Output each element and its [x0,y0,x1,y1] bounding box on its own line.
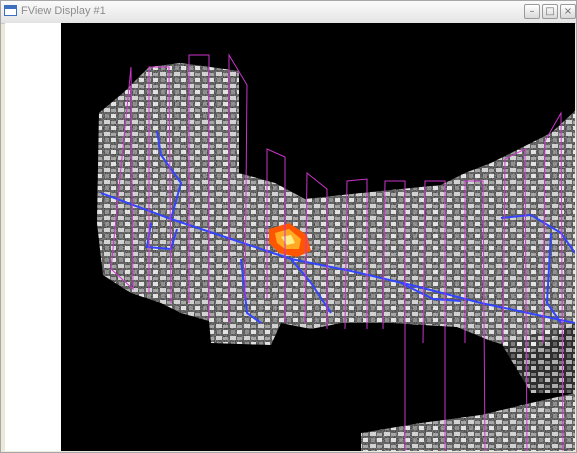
aerial-imagery-map[interactable] [61,23,575,451]
display-area[interactable] [5,23,575,451]
window-app-icon [4,5,17,16]
minimize-button[interactable]: – [524,4,540,19]
close-button[interactable]: × [560,4,576,19]
maximize-button[interactable]: □ [542,4,558,19]
window-title: FView Display #1 [21,5,106,17]
blank-margin-panel [5,23,61,451]
imagery-mosaic [97,63,575,451]
title-bar[interactable]: FView Display #1 – □ × [1,1,576,24]
fview-window: FView Display #1 – □ × [0,0,577,453]
